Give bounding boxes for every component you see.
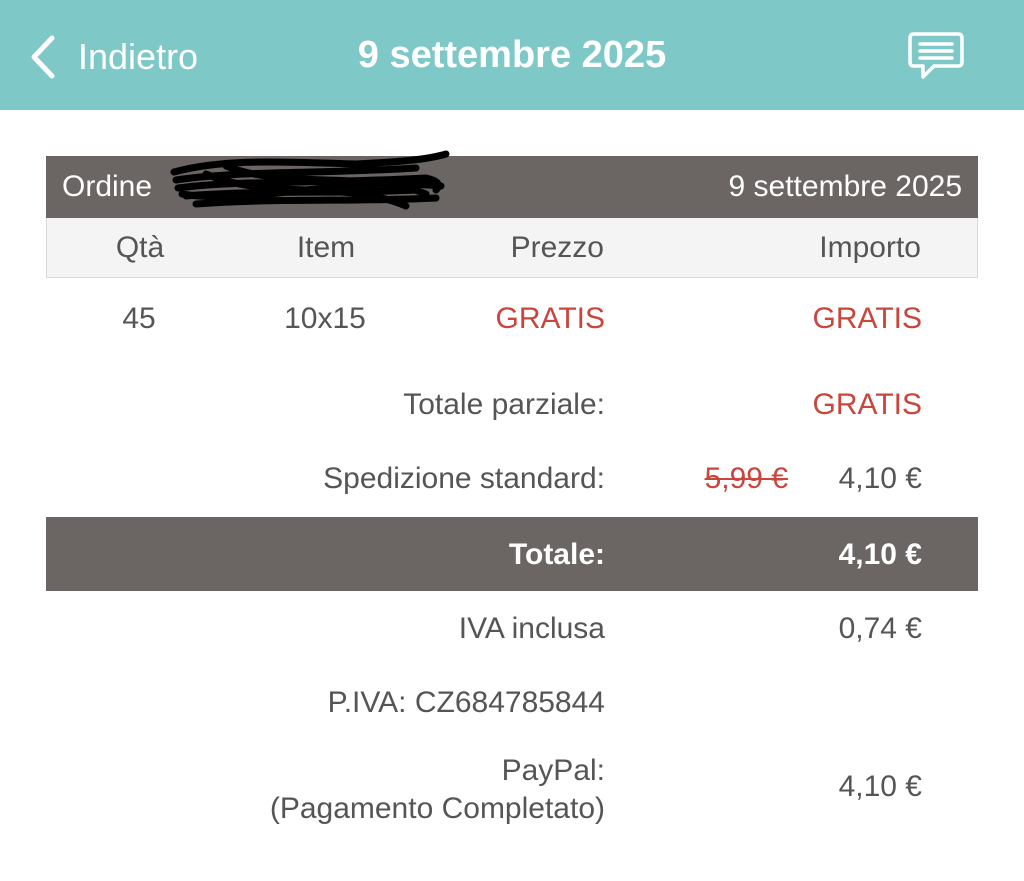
subtotal-label: Totale parziale: bbox=[403, 388, 605, 421]
vat-value: 0,74 € bbox=[838, 612, 922, 645]
back-label: Indietro bbox=[78, 36, 199, 77]
column-item: Item bbox=[296, 231, 356, 264]
total-label: Totale: bbox=[508, 538, 605, 571]
payment-status: (Pagamento Completato) bbox=[269, 792, 605, 825]
vat-number-row: P.IVA: CZ684785844 bbox=[46, 686, 978, 726]
row-price: GRATIS bbox=[495, 302, 605, 335]
column-qty: Qtà bbox=[115, 231, 165, 264]
subtotal-value: GRATIS bbox=[812, 388, 922, 421]
column-headers: Qtà Item Prezzo Importo bbox=[46, 218, 978, 278]
navigation-bar: Indietro 9 settembre 2025 bbox=[0, 0, 1024, 110]
vat-label: IVA inclusa bbox=[458, 612, 605, 645]
vat-row: IVA inclusa 0,74 € bbox=[46, 612, 978, 652]
table-row: 45 10x15 GRATIS GRATIS bbox=[46, 302, 978, 342]
payment-value: 4,10 € bbox=[838, 770, 922, 803]
subtotal-row: Totale parziale: GRATIS bbox=[46, 388, 978, 428]
chat-bubble-icon[interactable] bbox=[906, 30, 966, 82]
shipping-label: Spedizione standard: bbox=[323, 462, 605, 495]
redaction-scribble bbox=[170, 150, 450, 210]
order-table: Ordine 9 settembre 2025 Qtà Item Prezzo … bbox=[46, 150, 978, 278]
shipping-old-price: 5,99 € bbox=[704, 462, 788, 495]
order-date: 9 settembre 2025 bbox=[728, 170, 962, 203]
order-label: Ordine bbox=[62, 170, 153, 203]
vat-number: P.IVA: CZ684785844 bbox=[327, 686, 605, 719]
row-item: 10x15 bbox=[284, 302, 366, 335]
payment-method: PayPal: bbox=[501, 754, 605, 787]
order-header: Ordine 9 settembre 2025 bbox=[46, 150, 978, 218]
payment-row: PayPal: (Pagamento Completato) 4,10 € bbox=[46, 752, 978, 832]
chevron-left-icon bbox=[31, 35, 55, 79]
column-amount: Importo bbox=[819, 231, 921, 264]
total-value: 4,10 € bbox=[838, 538, 922, 571]
payment-label: PayPal: (Pagamento Completato) bbox=[270, 752, 605, 828]
row-qty: 45 bbox=[122, 302, 156, 335]
shipping-value: 4,10 € bbox=[838, 462, 922, 495]
back-button[interactable]: Indietro bbox=[28, 30, 198, 84]
column-price: Prezzo bbox=[510, 231, 604, 264]
shipping-row: Spedizione standard: 5,99 € 4,10 € bbox=[46, 462, 978, 502]
row-amount: GRATIS bbox=[812, 302, 922, 335]
total-row: Totale: 4,10 € bbox=[46, 517, 978, 591]
